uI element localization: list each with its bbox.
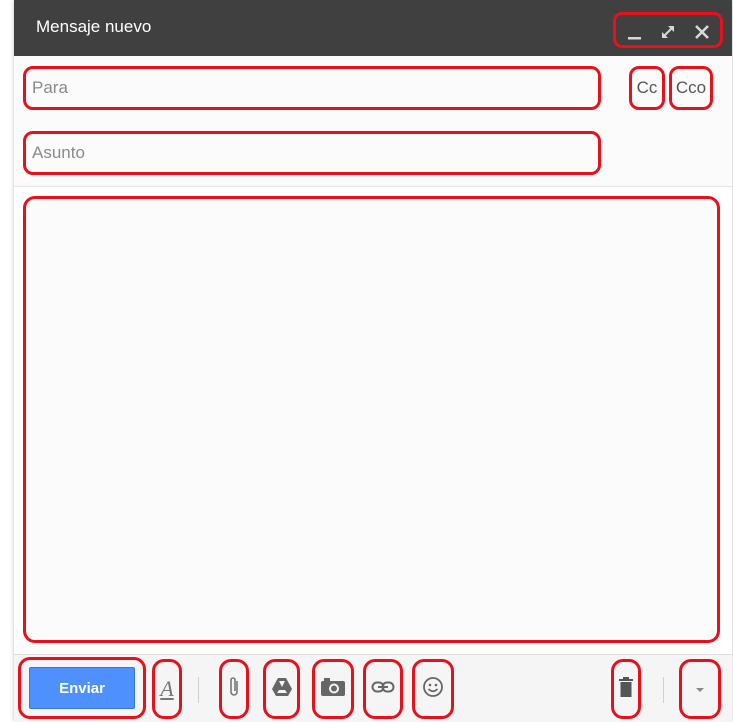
to-field[interactable] — [23, 66, 601, 110]
discard-button[interactable] — [611, 659, 641, 719]
subject-field[interactable] — [23, 131, 601, 175]
photo-icon — [320, 677, 346, 702]
compose-toolbar: Enviar A — [14, 654, 732, 722]
link-icon — [371, 680, 395, 699]
attach-icon — [227, 675, 241, 704]
chevron-down-icon — [695, 680, 705, 698]
cc-button[interactable]: Cc — [629, 66, 665, 110]
window-title: Mensaje nuevo — [36, 17, 152, 36]
subject-row — [14, 122, 732, 187]
expand-icon[interactable] — [657, 21, 679, 43]
compose-window: Mensaje nuevo Cc Cco — [14, 0, 732, 722]
format-text-icon: A — [160, 676, 174, 701]
toolbar-divider — [663, 677, 664, 703]
trash-icon — [618, 676, 634, 703]
bcc-button[interactable]: Cco — [669, 66, 713, 110]
send-button[interactable]: Enviar — [29, 667, 135, 709]
message-body[interactable] — [23, 196, 720, 643]
recipients-row: Cc Cco — [14, 56, 732, 123]
toolbar-divider — [198, 677, 199, 703]
send-button-wrapper: Enviar — [18, 657, 146, 719]
window-controls — [613, 12, 723, 48]
minimize-icon[interactable] — [624, 21, 646, 43]
link-button[interactable] — [363, 659, 403, 719]
format-text-button[interactable]: A — [152, 659, 182, 719]
emoji-button[interactable] — [412, 659, 454, 719]
title-bar[interactable]: Mensaje nuevo — [14, 0, 732, 56]
attach-button[interactable] — [219, 659, 249, 719]
photo-button[interactable] — [312, 659, 354, 719]
drive-button[interactable] — [263, 659, 300, 719]
drive-icon — [271, 677, 293, 702]
close-icon[interactable] — [691, 21, 713, 43]
more-options-button[interactable] — [679, 659, 721, 719]
emoji-icon — [422, 676, 444, 703]
